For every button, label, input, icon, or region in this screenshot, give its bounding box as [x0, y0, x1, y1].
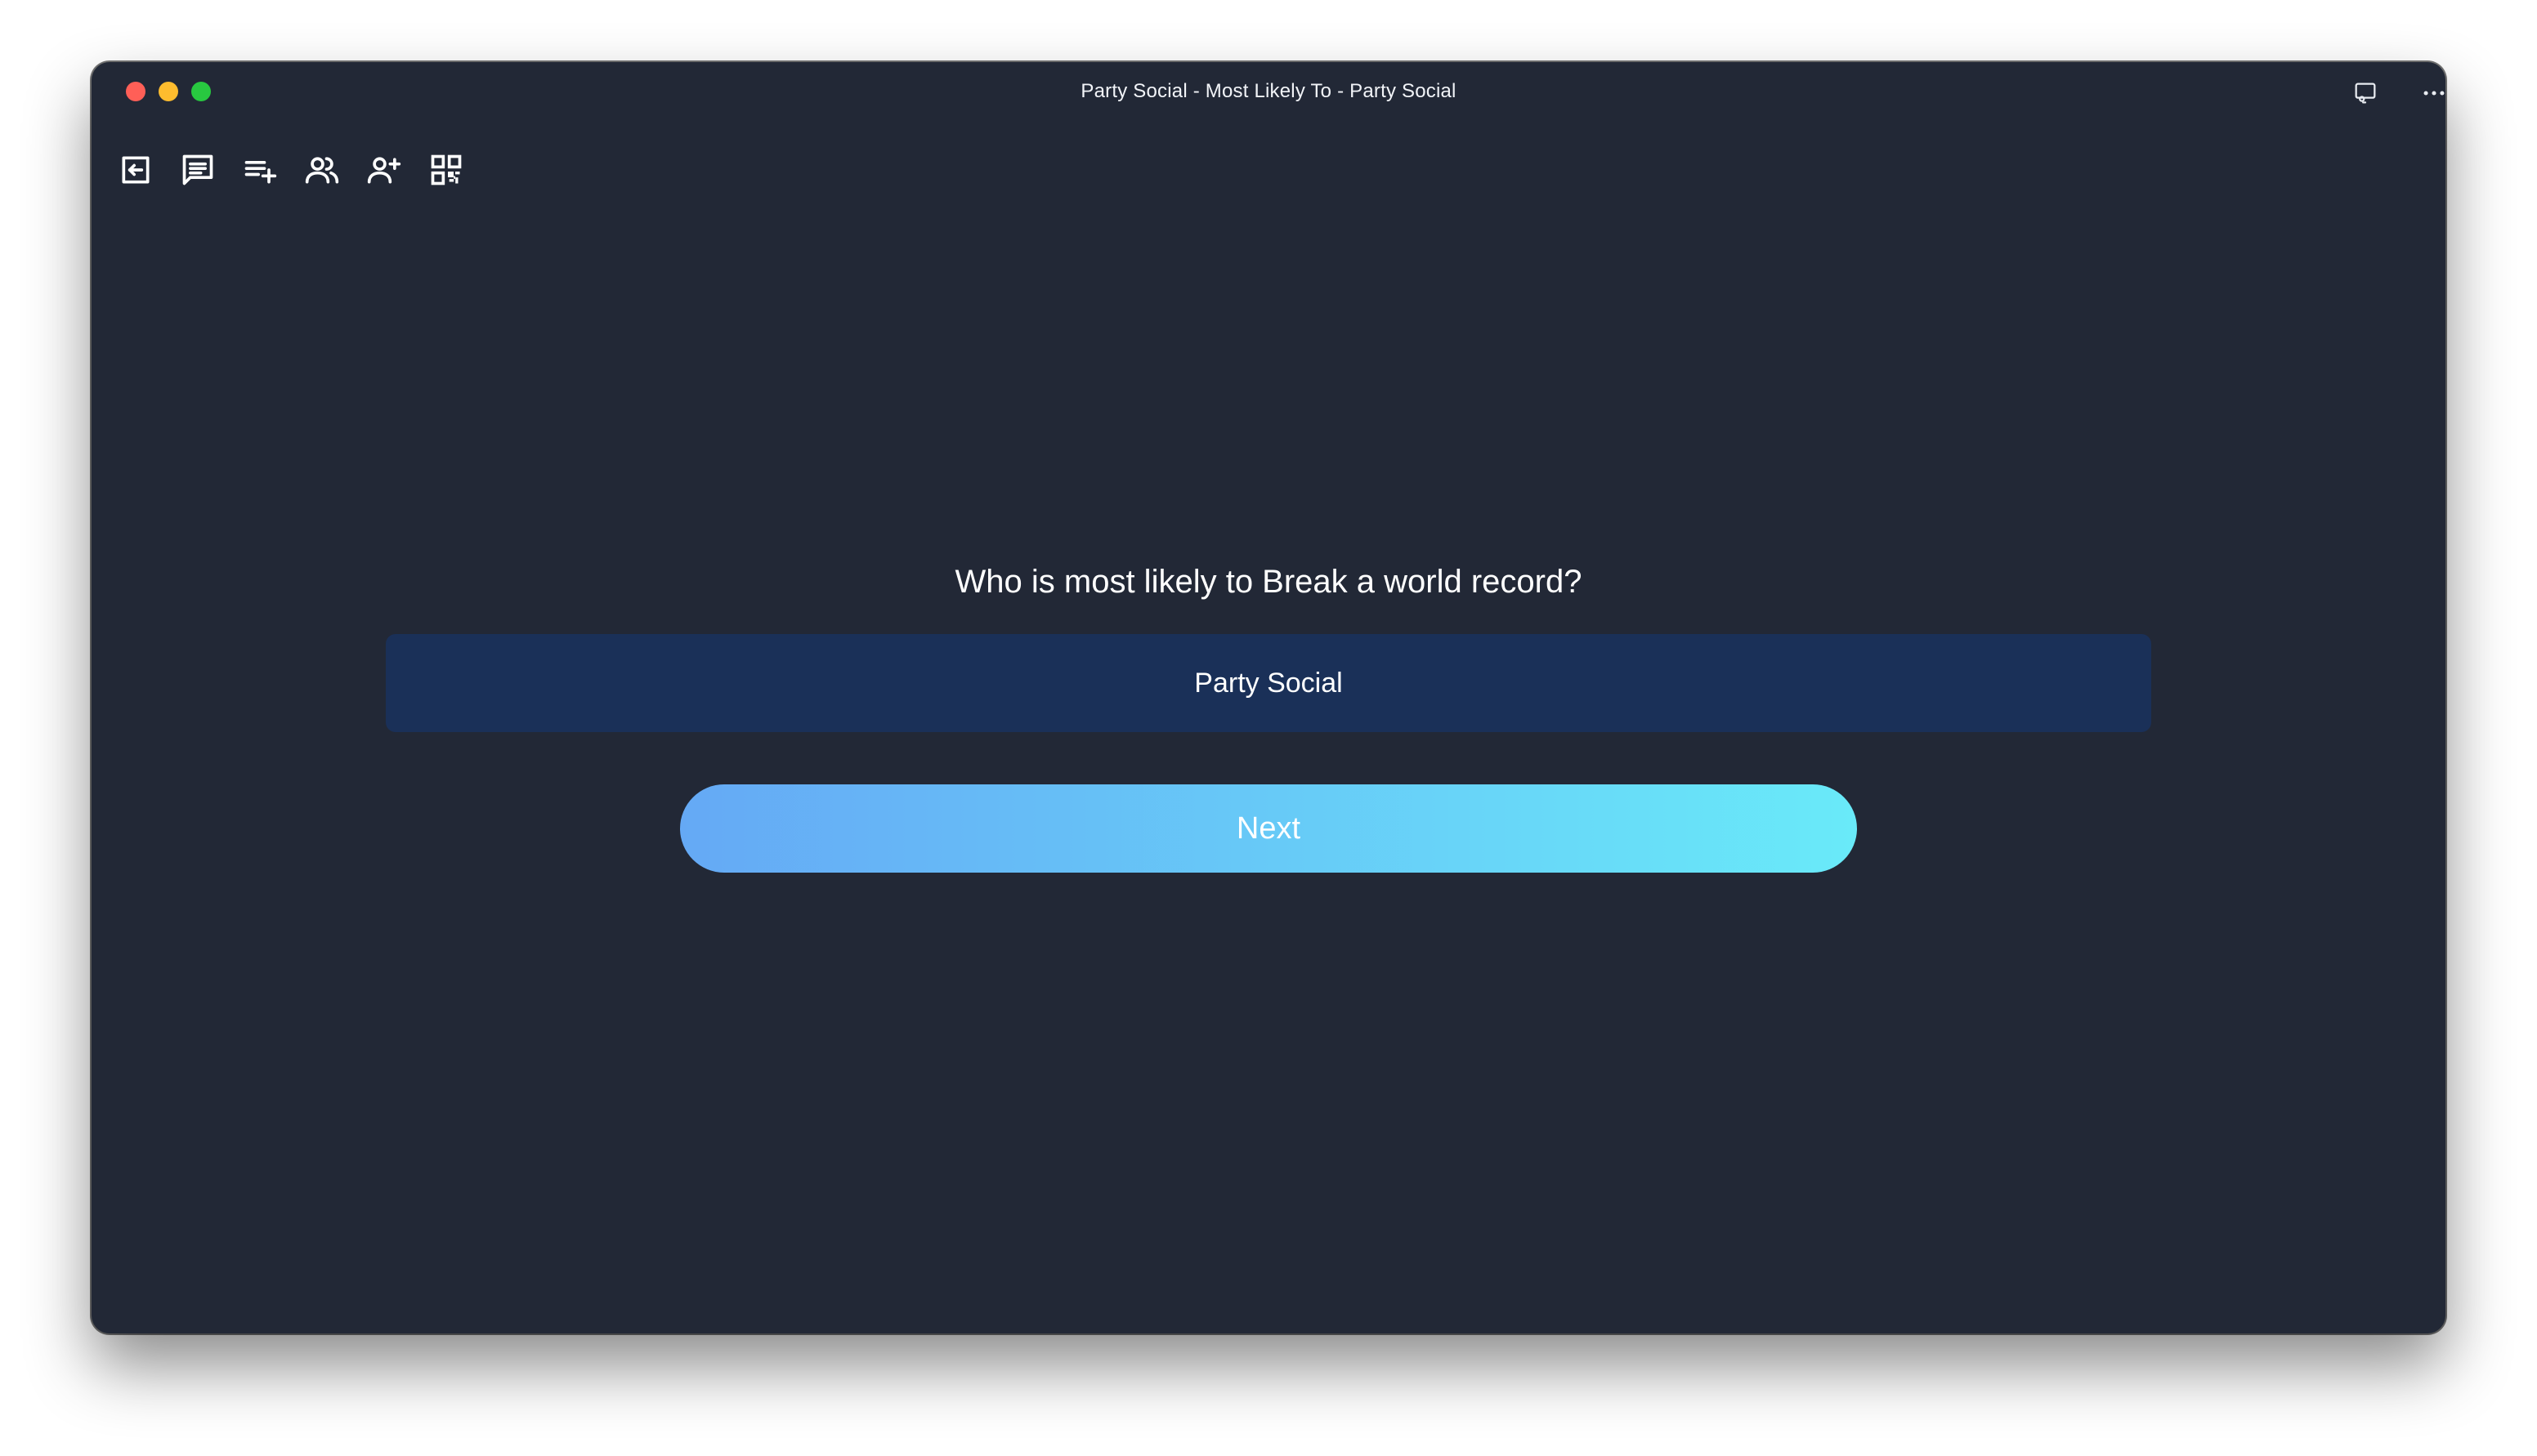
window-title: Party Social - Most Likely To - Party So…	[1081, 80, 1456, 102]
add-person-icon	[367, 157, 401, 184]
cast-screen-button[interactable]	[2349, 77, 2382, 109]
players-button[interactable]	[296, 145, 348, 194]
answer-text: Party Social	[1194, 667, 1343, 699]
question-text: Who is most likely to Break a world reco…	[955, 564, 1582, 600]
app-window: Party Social - Most Likely To - Party So…	[92, 62, 2445, 1333]
exit-game-button[interactable]	[110, 145, 162, 194]
next-button[interactable]: Next	[680, 784, 1857, 873]
toolbar	[110, 145, 472, 194]
playlist-add-icon	[244, 161, 277, 184]
invite-player-button[interactable]	[358, 145, 410, 194]
cast-screen-icon	[2355, 83, 2376, 104]
exit-icon	[122, 156, 150, 184]
more-icon	[2423, 91, 2445, 96]
chat-button[interactable]	[172, 145, 224, 194]
qr-code-icon	[431, 154, 462, 185]
group-icon	[305, 157, 339, 184]
add-question-button[interactable]	[234, 145, 286, 194]
answer-card: Party Social	[386, 634, 2151, 732]
title-bar: Party Social - Most Likely To - Party So…	[92, 62, 2445, 121]
qr-code-button[interactable]	[420, 145, 472, 194]
more-options-button[interactable]	[2418, 77, 2445, 109]
chat-icon	[182, 154, 213, 185]
